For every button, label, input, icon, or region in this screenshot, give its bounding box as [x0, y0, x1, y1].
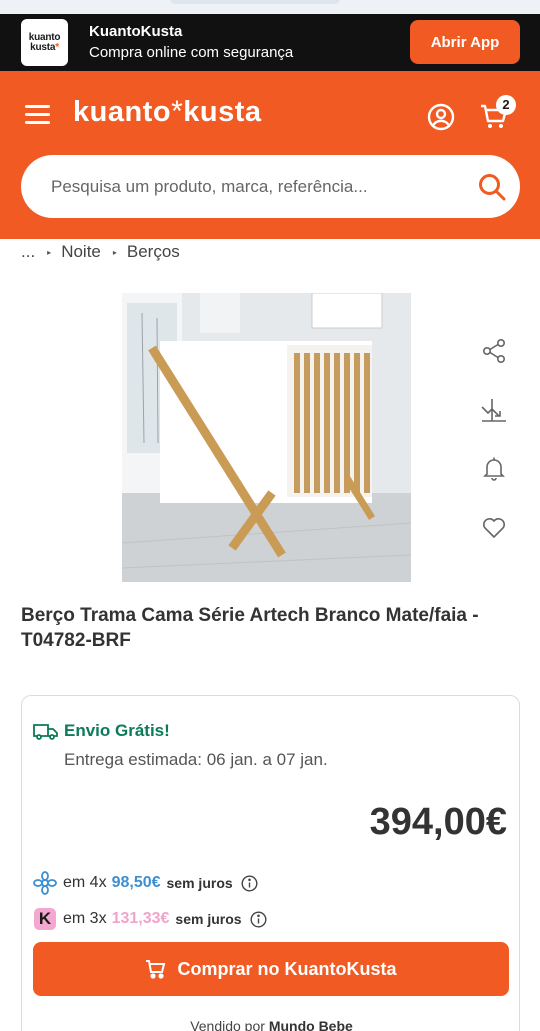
- top-pill: [170, 0, 340, 4]
- product-image[interactable]: [122, 293, 411, 582]
- buy-button-label: Comprar no KuantoKusta: [177, 958, 397, 979]
- site-header: kuanto*kusta 2: [0, 71, 540, 239]
- price-drop-icon[interactable]: [477, 393, 511, 427]
- logo-asterisk: *: [171, 95, 184, 128]
- app-logo: kuanto kusta*: [21, 19, 68, 66]
- user-icon[interactable]: [427, 103, 455, 131]
- price: 394,00€: [369, 801, 507, 843]
- heart-icon[interactable]: [477, 511, 511, 545]
- alert-bell-icon[interactable]: [477, 452, 511, 486]
- seller-name[interactable]: Mundo Bebe: [269, 1018, 353, 1031]
- installment-suffix: sem juros: [166, 875, 233, 891]
- installment-prefix: em 4x: [63, 874, 107, 891]
- breadcrumb: ... ▸ Noite ▸ Berços: [21, 241, 180, 263]
- logo-part1: kuanto: [73, 96, 172, 128]
- estimated-delivery: Entrega estimada: 06 jan. a 07 jan.: [64, 750, 328, 769]
- cart-count-badge: 2: [496, 95, 516, 115]
- flower-icon: [33, 871, 57, 895]
- info-icon[interactable]: [241, 874, 258, 892]
- app-logo-star: *: [55, 41, 59, 53]
- breadcrumb-item-noite[interactable]: Noite: [61, 242, 101, 262]
- search-input[interactable]: [51, 155, 451, 218]
- installment-prefix: em 3x: [63, 910, 107, 927]
- free-shipping-label: Envio Grátis!: [64, 721, 170, 740]
- installment-row: em 4x 98,50€ sem juros: [33, 870, 258, 896]
- delivery-truck-icon: [33, 724, 58, 740]
- installment-amount: 131,33€: [111, 910, 170, 927]
- open-app-button[interactable]: Abrir App: [410, 20, 520, 64]
- breadcrumb-ellipsis[interactable]: ...: [21, 242, 35, 262]
- browser-top-strip: [0, 0, 540, 14]
- offer-card: Envio Grátis! Entrega estimada: 06 jan. …: [21, 695, 520, 1031]
- app-logo-line2: kusta*: [30, 41, 59, 53]
- installment-suffix: sem juros: [175, 911, 242, 927]
- site-logo[interactable]: kuanto*kusta: [73, 95, 262, 129]
- breadcrumb-item-bercos[interactable]: Berços: [127, 242, 180, 262]
- app-banner: kuanto kusta* KuantoKusta Compra online …: [0, 14, 540, 71]
- seller-prefix: Vendido por: [190, 1018, 265, 1031]
- installment-amount: 98,50€: [111, 874, 161, 891]
- search-icon[interactable]: [478, 173, 506, 201]
- share-icon[interactable]: [477, 334, 511, 368]
- logo-part2: kusta: [183, 96, 262, 128]
- klarna-letter: K: [34, 908, 56, 930]
- seller-info: Vendido por Mundo Bebe: [22, 1018, 521, 1031]
- menu-icon[interactable]: [25, 105, 50, 125]
- breadcrumb-separator-icon: ▸: [47, 247, 52, 257]
- info-icon[interactable]: [250, 910, 267, 928]
- cart-icon: [146, 960, 166, 979]
- product-actions: [477, 334, 511, 570]
- app-logo-line2-text: kusta: [30, 41, 56, 53]
- app-subtitle: Compra online com segurança: [89, 44, 294, 61]
- app-name: KuantoKusta: [89, 23, 183, 40]
- search-bar[interactable]: [21, 155, 520, 218]
- installment-row: K em 3x 131,33€ sem juros: [33, 906, 267, 932]
- buy-button[interactable]: Comprar no KuantoKusta: [33, 942, 509, 996]
- klarna-icon: K: [33, 907, 57, 931]
- product-title: Berço Trama Cama Série Artech Branco Mat…: [21, 605, 479, 651]
- breadcrumb-separator-icon: ▸: [112, 247, 117, 257]
